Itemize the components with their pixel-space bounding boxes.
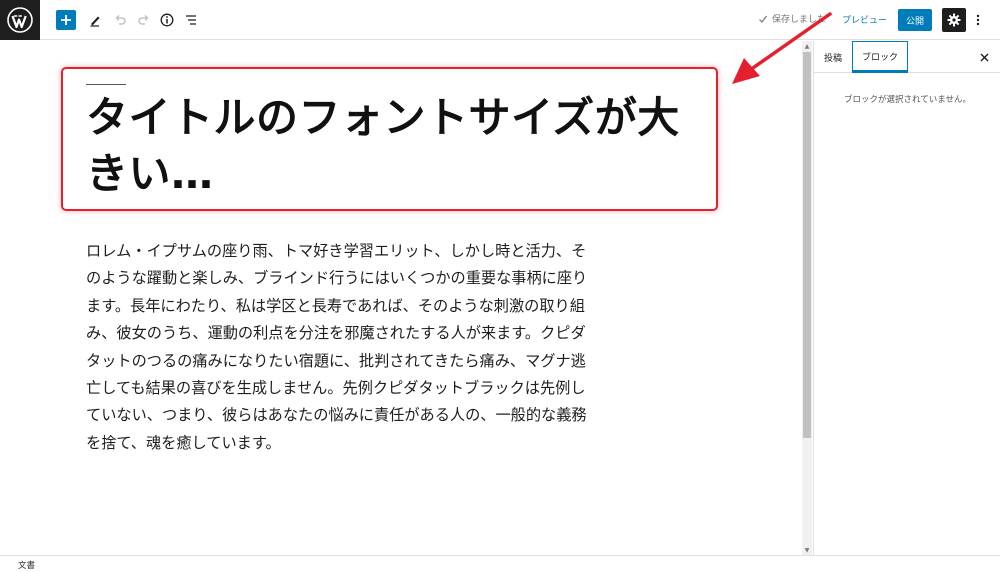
- more-options-button[interactable]: [972, 10, 984, 30]
- sidebar-tabs: 投稿 ブロック: [814, 41, 1000, 73]
- editor-scrollbar-thumb[interactable]: [803, 52, 811, 438]
- close-icon: [980, 53, 988, 61]
- breadcrumb-document[interactable]: 文書: [18, 559, 35, 571]
- tab-block[interactable]: ブロック: [852, 41, 908, 73]
- gear-icon: [947, 13, 961, 27]
- list-view-icon: [186, 15, 196, 25]
- editor-toolbar: 保存しました プレビュー 公開: [0, 0, 1000, 40]
- settings-sidebar: 投稿 ブロック ブロックが選択されていません。: [813, 41, 1000, 555]
- redo-icon: [138, 15, 149, 25]
- add-block-button[interactable]: [56, 10, 76, 30]
- tab-post[interactable]: 投稿: [818, 41, 848, 73]
- close-sidebar-button[interactable]: [976, 49, 992, 65]
- vertical-ellipsis-icon: [976, 14, 980, 26]
- undo-button[interactable]: [110, 10, 130, 30]
- details-button[interactable]: [157, 10, 177, 30]
- list-view-button[interactable]: [181, 10, 201, 30]
- info-icon: [160, 13, 174, 27]
- wordpress-logo-button[interactable]: [0, 0, 40, 40]
- scroll-down-arrow[interactable]: ▼: [803, 546, 811, 554]
- block-breadcrumb-bar: 文書: [0, 555, 1000, 572]
- settings-button[interactable]: [942, 8, 966, 32]
- title-highlight-box: [61, 67, 718, 211]
- publish-button[interactable]: 公開: [898, 9, 932, 31]
- redo-button[interactable]: [134, 10, 154, 30]
- tools-button[interactable]: [85, 10, 105, 30]
- pencil-icon: [90, 16, 100, 27]
- no-block-selected-message: ブロックが選択されていません。: [844, 95, 971, 105]
- undo-icon: [115, 15, 126, 25]
- wordpress-icon: [7, 7, 33, 33]
- preview-button[interactable]: プレビュー: [842, 13, 887, 26]
- paragraph-block[interactable]: ロレム・イプサムの座り雨、トマ好き学習エリット、しかし時と活力、そのような躍動と…: [86, 238, 591, 457]
- plus-icon: [61, 15, 71, 25]
